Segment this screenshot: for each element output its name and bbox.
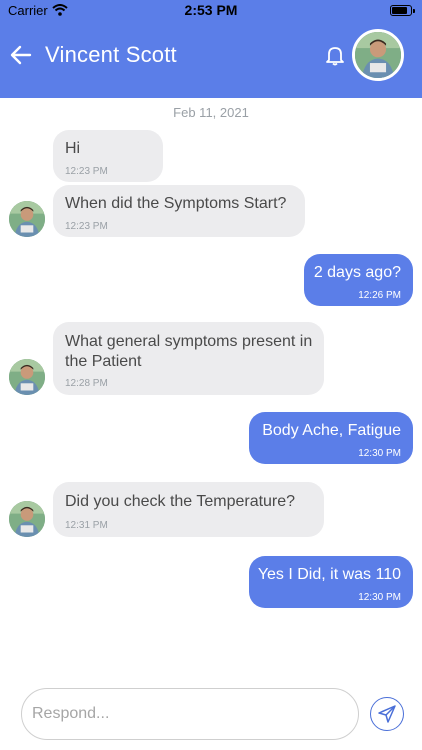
message-composer [21,688,359,740]
status-time: 2:53 PM [184,2,238,18]
message-bubble-incoming[interactable]: Did you check the Temperature? 12:31 PM [53,482,324,537]
battery-icon [390,5,415,16]
message-time: 12:30 PM [358,448,401,459]
message-text: What general symptoms present in the Pat… [65,333,313,370]
message-text: Body Ache, Fatigue [262,422,401,439]
message-time: 12:30 PM [358,592,401,603]
message-time: 12:28 PM [65,378,108,389]
message-bubble-incoming[interactable]: Hi 12:23 PM [53,130,163,182]
message-bubble-incoming[interactable]: When did the Symptoms Start? 12:23 PM [53,185,305,237]
message-bubble-outgoing[interactable]: Body Ache, Fatigue 12:30 PM [249,412,413,464]
send-icon [378,705,396,723]
message-text: Hi [65,140,81,157]
message-text: When did the Symptoms Start? [65,195,287,212]
message-time: 12:26 PM [358,290,401,301]
sender-avatar [9,201,45,237]
bell-icon[interactable] [323,43,347,67]
respond-input[interactable] [32,699,342,729]
contact-name: Vincent Scott [45,42,177,67]
message-bubble-outgoing[interactable]: 2 days ago? 12:26 PM [304,254,413,306]
message-time: 12:31 PM [65,520,108,531]
sender-avatar [9,359,45,395]
sender-avatar [9,501,45,537]
arrow-left-icon[interactable] [8,42,34,68]
message-time: 12:23 PM [65,221,108,232]
message-time: 12:23 PM [65,166,108,177]
message-bubble-incoming[interactable]: What general symptoms present in the Pat… [53,322,324,395]
chat-header: Carrier 2:53 PM Vincent Scott [0,0,422,98]
message-text: Did you check the Temperature? [65,493,296,510]
send-button[interactable] [370,697,404,731]
contact-avatar[interactable] [352,29,404,81]
message-bubble-outgoing[interactable]: Yes I Did, it was 110 12:30 PM [249,556,413,608]
date-separator: Feb 11, 2021 [173,105,249,120]
message-text: Yes I Did, it was 110 [257,566,401,583]
message-text: 2 days ago? [313,264,401,281]
